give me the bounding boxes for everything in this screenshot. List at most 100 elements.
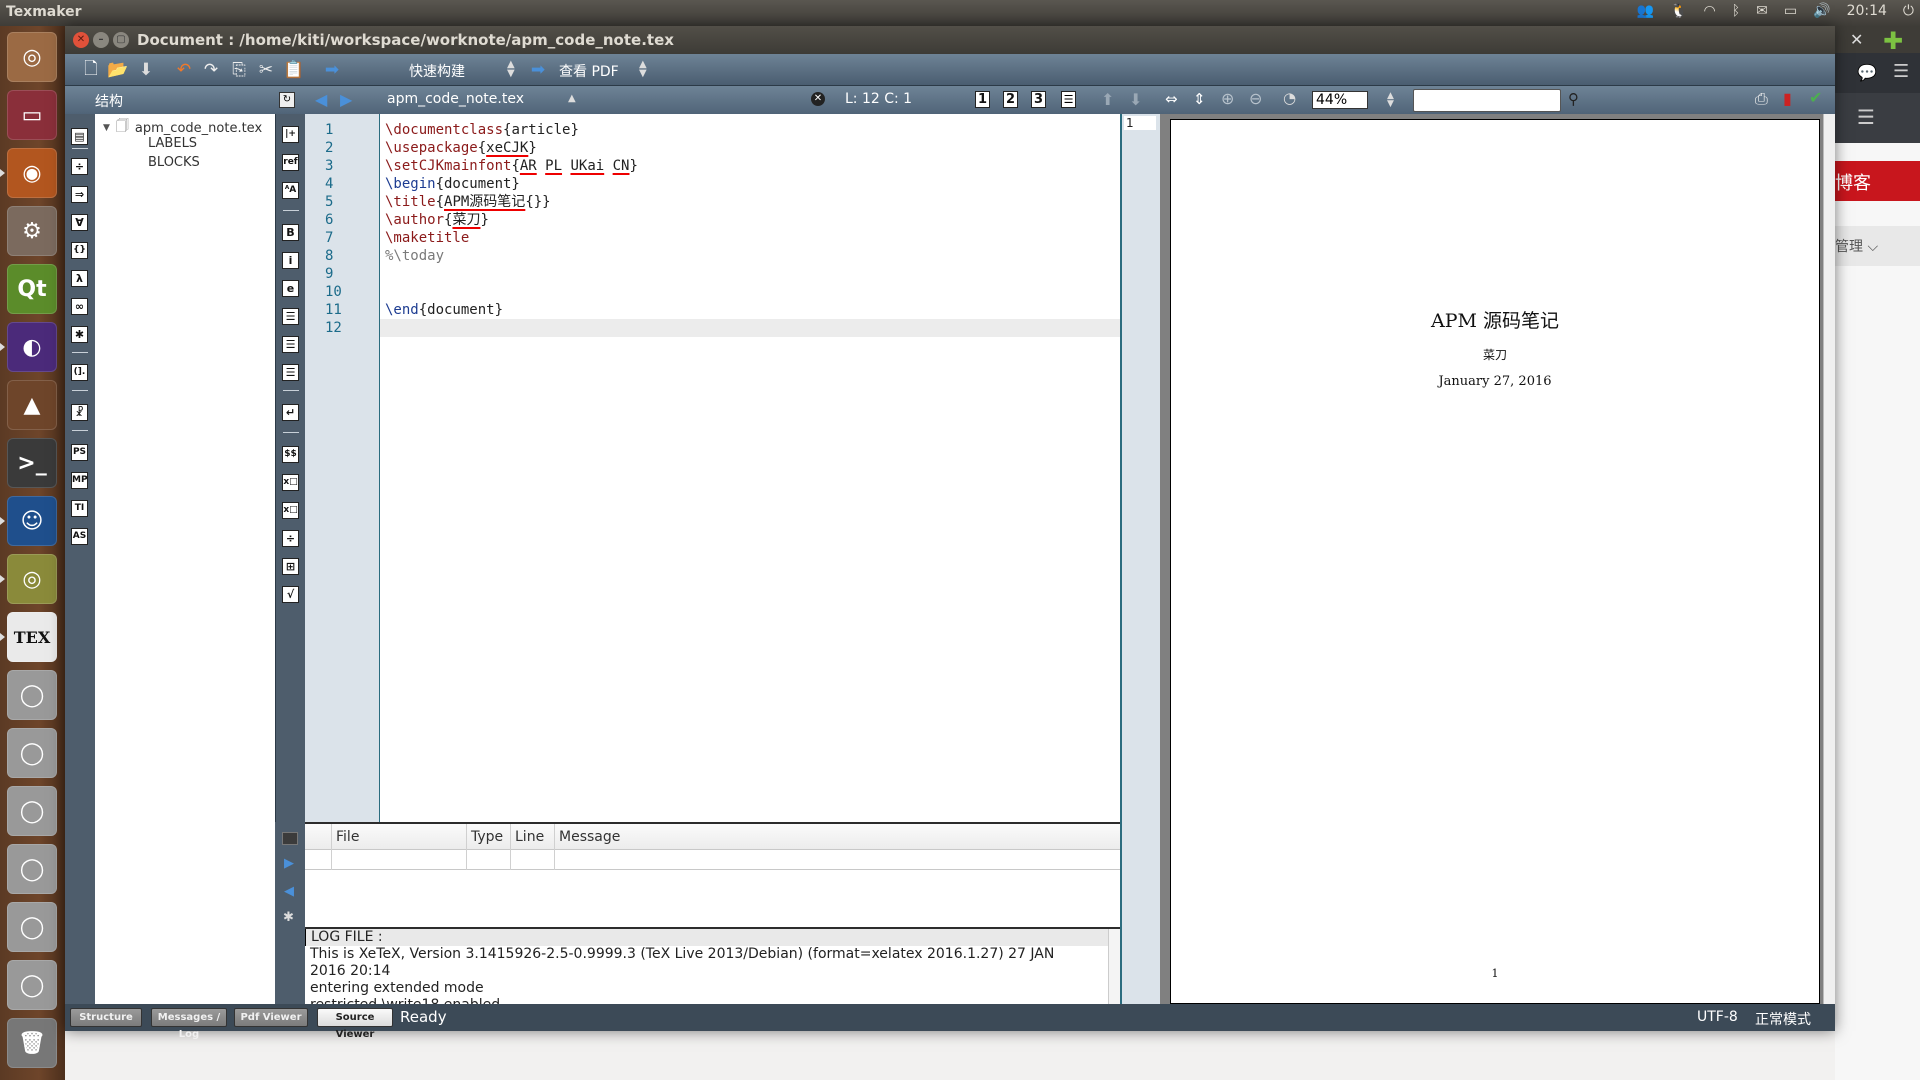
- code-line[interactable]: \maketitle: [380, 229, 1120, 247]
- math-symbol-icon[interactable]: ☧: [71, 404, 88, 421]
- newline-icon[interactable]: ↵: [282, 404, 299, 421]
- launcher-drive-2-icon[interactable]: ◯: [7, 728, 57, 778]
- pdf-search-input[interactable]: [1413, 89, 1561, 112]
- tab-messages-log[interactable]: Messages / Log: [151, 1008, 227, 1040]
- document-selector-arrow-icon[interactable]: ▲: [568, 93, 576, 104]
- code-line[interactable]: \setCJKmainfont{AR PL UKai CN}: [380, 157, 1120, 175]
- magnifier-icon[interactable]: ◔: [1283, 89, 1296, 107]
- view-button-3[interactable]: 3: [1031, 91, 1046, 108]
- launcher-matlab-icon[interactable]: ▲: [7, 380, 57, 430]
- launcher-qq-icon[interactable]: ☺: [7, 496, 57, 546]
- chat-icon[interactable]: 💬: [1857, 63, 1877, 82]
- math-symbol-icon[interactable]: ∀: [71, 214, 88, 231]
- next-document-icon[interactable]: ▶: [340, 90, 352, 109]
- spellcheck-icon[interactable]: ✔: [1809, 88, 1822, 107]
- bluetooth-icon[interactable]: ᛒ: [1732, 3, 1740, 19]
- fit-page-icon[interactable]: ⇕: [1193, 90, 1206, 108]
- code-line[interactable]: [380, 283, 1120, 301]
- code-line[interactable]: [380, 265, 1120, 283]
- zoom-spinner-icon[interactable]: ▲ ▼: [1387, 92, 1394, 109]
- tab-pdf-viewer[interactable]: Pdf Viewer: [234, 1008, 308, 1027]
- bold-icon[interactable]: B: [282, 224, 299, 241]
- math-symbol-icon[interactable]: λ: [71, 270, 88, 287]
- clock[interactable]: 20:14: [1847, 3, 1887, 19]
- log-view-icon[interactable]: [282, 832, 298, 845]
- launcher-files-icon[interactable]: ▭: [7, 90, 57, 140]
- table-row[interactable]: [305, 850, 1120, 870]
- log-scrollbar[interactable]: [1108, 929, 1120, 1004]
- power-icon[interactable]: ⏻: [1903, 3, 1914, 19]
- fit-width-icon[interactable]: ⇔: [1165, 90, 1178, 108]
- launcher-drive-5-icon[interactable]: ◯: [7, 902, 57, 952]
- subscript-icon[interactable]: x□: [282, 474, 299, 491]
- launcher-texmaker-icon[interactable]: TEX: [7, 612, 57, 662]
- next-error-icon[interactable]: ▶: [284, 856, 294, 871]
- matrix-icon[interactable]: ⊞: [282, 558, 299, 575]
- manage-menu[interactable]: 管理 ⌵: [1835, 226, 1920, 266]
- math-symbol-icon[interactable]: (].: [71, 364, 88, 381]
- font-size-icon[interactable]: ᴬA: [282, 182, 299, 199]
- open-file-icon[interactable]: 📂: [107, 59, 129, 81]
- launcher-ubuntu-dash-icon[interactable]: ◎: [7, 32, 57, 82]
- maximize-window-button[interactable]: ▢: [113, 32, 129, 48]
- view-button-2[interactable]: 2: [1003, 91, 1018, 108]
- previous-page-icon[interactable]: ⬆: [1101, 90, 1114, 109]
- view-button-1[interactable]: 1: [975, 91, 990, 108]
- sqrt-icon[interactable]: √: [282, 586, 299, 603]
- code-line[interactable]: \documentclass{article}: [380, 121, 1120, 139]
- edit-mode-indicator[interactable]: 正常模式: [1755, 1009, 1811, 1029]
- zoom-level-input[interactable]: 44%: [1312, 91, 1368, 109]
- run-build-icon[interactable]: ➡: [321, 59, 343, 81]
- build-select-spinner-icon[interactable]: ▲ ▼: [507, 60, 515, 79]
- close-window-button[interactable]: ✕: [73, 32, 89, 48]
- math-symbol-icon[interactable]: ✱: [71, 326, 88, 343]
- launcher-eclipse-icon[interactable]: ◐: [7, 322, 57, 372]
- site-menu-icon[interactable]: ☰: [1857, 105, 1875, 129]
- paste-icon[interactable]: 📋: [283, 59, 305, 81]
- code-line[interactable]: %\today: [380, 247, 1120, 265]
- tree-item-labels[interactable]: LABELS: [148, 136, 197, 151]
- pdf-page-indicator[interactable]: 1: [1124, 116, 1156, 130]
- build-command-select[interactable]: 快速构建: [409, 61, 465, 81]
- code-line[interactable]: \usepackage{xeCJK}: [380, 139, 1120, 157]
- tab-source-viewer[interactable]: Source Viewer: [317, 1008, 393, 1040]
- math-symbol-icon[interactable]: TI: [71, 500, 88, 517]
- view-command-select[interactable]: 查看 PDF: [559, 61, 619, 81]
- wifi-icon[interactable]: ◠: [1704, 3, 1716, 19]
- volume-icon[interactable]: 🔊: [1813, 3, 1830, 19]
- minimize-window-button[interactable]: –: [93, 32, 109, 48]
- launcher-drive-6-icon[interactable]: ◯: [7, 960, 57, 1010]
- math-symbol-icon[interactable]: {}: [71, 242, 88, 259]
- code-line[interactable]: \title{APM源码笔记{}}: [380, 193, 1120, 211]
- ref-icon[interactable]: ref: [282, 154, 299, 171]
- right-align-icon[interactable]: ☰: [282, 364, 299, 381]
- redo-icon[interactable]: ↷: [200, 59, 222, 81]
- stop-process-icon[interactable]: ✱: [283, 910, 294, 925]
- italic-icon[interactable]: i: [282, 252, 299, 269]
- new-file-icon[interactable]: 🗋: [80, 59, 102, 81]
- close-tab-icon[interactable]: ✕: [1850, 30, 1863, 49]
- include-icon[interactable]: |+: [282, 126, 299, 143]
- launcher-drive-4-icon[interactable]: ◯: [7, 844, 57, 894]
- code-line[interactable]: \end{document}: [380, 301, 1120, 319]
- launcher-drive-3-icon[interactable]: ◯: [7, 786, 57, 836]
- code-line[interactable]: [380, 319, 1120, 337]
- refresh-structure-icon[interactable]: ↻: [279, 92, 295, 108]
- center-align-icon[interactable]: ☰: [282, 336, 299, 353]
- code-line[interactable]: \author{菜刀}: [380, 211, 1120, 229]
- previous-document-icon[interactable]: ◀: [315, 90, 327, 109]
- superscript-icon[interactable]: x□: [282, 502, 299, 519]
- menu-icon[interactable]: ☰: [1893, 61, 1909, 82]
- math-symbol-icon[interactable]: ∞: [71, 298, 88, 315]
- document-selector[interactable]: apm_code_note.tex: [387, 91, 524, 107]
- new-tab-icon[interactable]: ✚: [1883, 27, 1903, 55]
- column-header-message[interactable]: Message: [554, 824, 1120, 850]
- fraction-icon[interactable]: ÷: [282, 530, 299, 547]
- source-editor[interactable]: \documentclass{article} \usepackage{xeCJK…: [380, 114, 1120, 822]
- expand-arrow-icon[interactable]: ▼: [103, 123, 110, 133]
- encoding-indicator[interactable]: UTF-8: [1697, 1009, 1738, 1025]
- copy-icon[interactable]: ⎘: [228, 59, 250, 81]
- log-output[interactable]: LOG FILE : This is XeTeX, Version 3.1415…: [305, 927, 1120, 1004]
- view-select-spinner-icon[interactable]: ▲ ▼: [639, 60, 647, 79]
- users-icon[interactable]: 👥: [1637, 3, 1654, 19]
